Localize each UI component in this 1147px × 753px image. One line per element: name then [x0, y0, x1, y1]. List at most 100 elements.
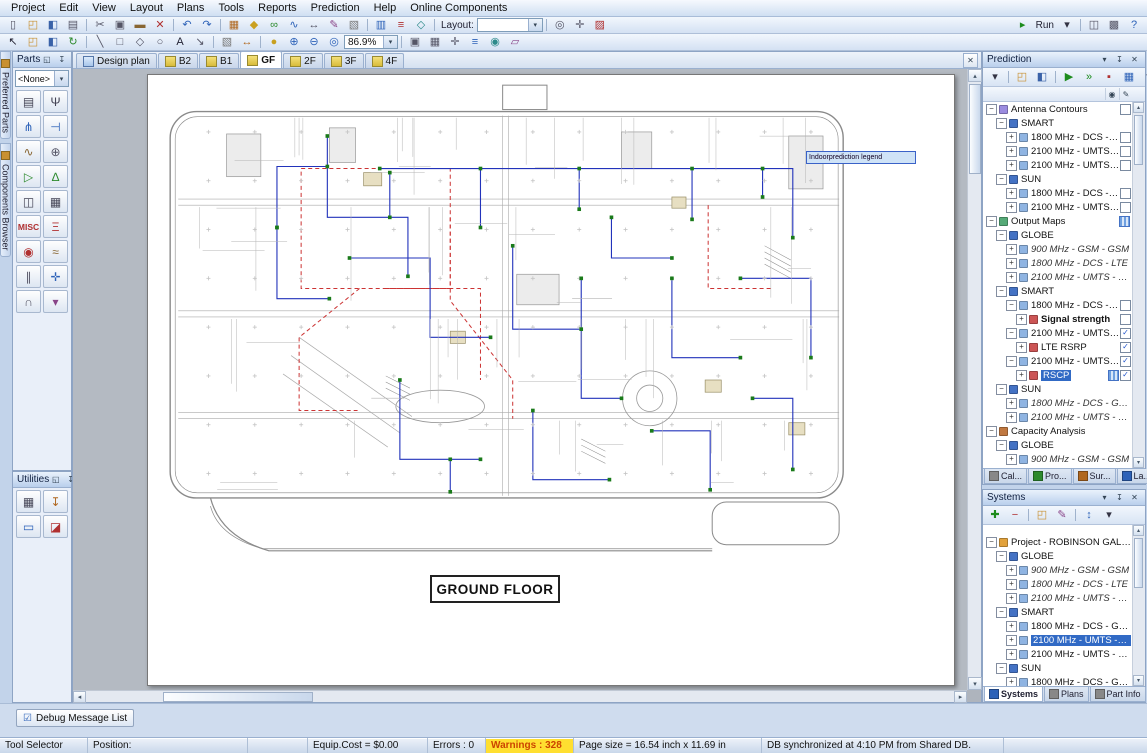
- antenna-marker[interactable]: [791, 468, 795, 472]
- tree-item[interactable]: −SUN: [983, 172, 1133, 186]
- scroll-right-icon[interactable]: ▸: [954, 691, 967, 703]
- new-project-icon[interactable]: ▯: [3, 17, 23, 34]
- menu-view[interactable]: View: [85, 1, 123, 15]
- redline-icon[interactable]: ▨: [590, 17, 610, 34]
- antenna-marker[interactable]: [791, 236, 795, 240]
- measure-area-icon[interactable]: ▱: [505, 34, 525, 51]
- paste-icon[interactable]: ▬: [130, 17, 150, 34]
- tree-item[interactable]: +2100 MHz - UMTS - W...: [983, 270, 1133, 284]
- tree-item[interactable]: +1800 MHz - DCS - GSM: [983, 675, 1133, 686]
- 3d-view-icon[interactable]: ◇: [411, 17, 431, 34]
- help-icon[interactable]: ?: [1124, 17, 1144, 34]
- antenna-marker[interactable]: [378, 167, 382, 171]
- bts-part-icon[interactable]: ▦: [43, 190, 68, 213]
- expand-icon[interactable]: +: [1006, 621, 1017, 632]
- antenna-marker[interactable]: [388, 171, 392, 175]
- tree-item[interactable]: −1800 MHz - DCS - GSM: [983, 298, 1133, 312]
- tree-item[interactable]: −Antenna Contours: [983, 102, 1133, 116]
- antenna-marker[interactable]: [328, 297, 332, 301]
- antenna-marker[interactable]: [479, 226, 483, 230]
- expand-icon[interactable]: +: [1006, 579, 1017, 590]
- cascade-windows-icon[interactable]: ▩: [1104, 17, 1124, 34]
- components-browser-icon[interactable]: ▦: [224, 17, 244, 34]
- antenna-marker[interactable]: [448, 490, 452, 494]
- float-panel-icon[interactable]: ◱: [49, 473, 62, 486]
- antenna-marker[interactable]: [531, 409, 535, 413]
- antenna-omni-part-icon[interactable]: Ψ: [43, 90, 68, 113]
- yagi-antenna-part-icon[interactable]: Ξ: [43, 215, 68, 238]
- visibility-checkbox[interactable]: ✓: [1120, 328, 1131, 339]
- save-plan-icon[interactable]: ◧: [43, 34, 63, 51]
- expand-icon[interactable]: +: [1006, 454, 1017, 465]
- gps-antenna-part-icon[interactable]: ✛: [43, 265, 68, 288]
- connect-parts-icon[interactable]: ∞: [264, 17, 284, 34]
- antenna-marker[interactable]: [326, 134, 330, 138]
- cut-icon[interactable]: ✂: [90, 17, 110, 34]
- refresh-icon[interactable]: ↻: [63, 34, 83, 51]
- antenna-marker[interactable]: [809, 356, 813, 360]
- collapse-icon[interactable]: −: [1006, 300, 1017, 311]
- tree-item[interactable]: +2100 MHz - UMTS - LTE: [983, 144, 1133, 158]
- zoom-window-icon[interactable]: ◎: [324, 34, 344, 51]
- world-coords-icon[interactable]: ◉: [485, 34, 505, 51]
- collapse-icon[interactable]: −: [996, 174, 1007, 185]
- text-tool-icon[interactable]: A: [170, 34, 190, 51]
- scroll-down-icon[interactable]: ▾: [968, 677, 982, 690]
- system-properties-icon[interactable]: ✎: [1052, 507, 1072, 524]
- delete-icon[interactable]: ✕: [150, 17, 170, 34]
- pan-view-icon[interactable]: ✛: [570, 17, 590, 34]
- layers-icon[interactable]: ≡: [465, 34, 485, 51]
- tree-item[interactable]: −2100 MHz - UMTS - LTE✓: [983, 326, 1133, 340]
- dropdown-arrow-icon[interactable]: ▾: [528, 19, 542, 31]
- antenna-marker[interactable]: [388, 216, 392, 220]
- plan-tab-2f[interactable]: 2F: [283, 53, 323, 68]
- antenna-marker[interactable]: [608, 478, 612, 482]
- scroll-down-icon[interactable]: ▾: [1133, 675, 1144, 686]
- zoom-combo[interactable]: 86.9%▾: [344, 35, 398, 49]
- menu-help[interactable]: Help: [367, 1, 404, 15]
- tree-item[interactable]: +1800 MHz - DCS - GSM: [983, 396, 1133, 410]
- close-panel-icon[interactable]: ✕: [1128, 491, 1141, 504]
- panel-tab-plans[interactable]: Plans: [1044, 687, 1089, 702]
- repeater-part-icon[interactable]: ◫: [16, 190, 41, 213]
- tree-item[interactable]: −Project - ROBINSON GALLERIA CEBU: [983, 535, 1133, 549]
- link-floors-icon[interactable]: ≡: [391, 17, 411, 34]
- antenna-marker[interactable]: [275, 226, 279, 230]
- sort-systems-icon[interactable]: ↕: [1079, 507, 1099, 524]
- expand-icon[interactable]: +: [1006, 272, 1017, 283]
- collapse-icon[interactable]: −: [986, 537, 997, 548]
- tile-windows-icon[interactable]: ◫: [1084, 17, 1104, 34]
- tree-item[interactable]: +1800 MHz - DCS - GSM: [983, 130, 1133, 144]
- tree-item[interactable]: +2100 MHz - UMTS - WCDMA: [983, 647, 1133, 661]
- antenna-marker[interactable]: [690, 167, 694, 171]
- antenna-marker[interactable]: [577, 207, 581, 211]
- image-overlay-icon[interactable]: ▧: [344, 17, 364, 34]
- plan-tab-b1[interactable]: B1: [199, 53, 239, 68]
- collapse-icon[interactable]: −: [1006, 328, 1017, 339]
- print-icon[interactable]: ▤: [63, 17, 83, 34]
- menu-layout[interactable]: Layout: [123, 1, 170, 15]
- open-system-icon[interactable]: ◰: [1032, 507, 1052, 524]
- tree-item[interactable]: +1800 MHz - DCS - LTE: [983, 256, 1133, 270]
- expand-icon[interactable]: +: [1006, 160, 1017, 171]
- pin-panel-icon[interactable]: ↧: [55, 53, 68, 66]
- tree-item[interactable]: −SMART: [983, 284, 1133, 298]
- tree-item[interactable]: −Output Maps: [983, 214, 1133, 228]
- expand-icon[interactable]: +: [1016, 314, 1027, 325]
- remove-part-icon[interactable]: −: [1005, 507, 1025, 524]
- scroll-left-icon[interactable]: ◂: [73, 691, 86, 703]
- splitter-part-icon[interactable]: ⋔: [16, 115, 41, 138]
- antenna-marker[interactable]: [406, 274, 410, 278]
- plan-tab-4f[interactable]: 4F: [365, 53, 405, 68]
- panel-menu-icon[interactable]: ▾: [1098, 53, 1111, 66]
- scrollbar-thumb[interactable]: [1134, 115, 1143, 165]
- leaky-cable-part-icon[interactable]: ≈: [43, 240, 68, 263]
- save-icon[interactable]: ◧: [43, 17, 63, 34]
- antenna-marker[interactable]: [620, 396, 624, 400]
- antenna-marker[interactable]: [577, 167, 581, 171]
- antenna-marker[interactable]: [670, 256, 674, 260]
- run-all-predictions-icon[interactable]: »: [1079, 69, 1099, 86]
- selector-tool-icon[interactable]: ↖: [3, 34, 23, 51]
- panel-tab-pro-[interactable]: Pro...: [1028, 469, 1072, 484]
- expand-icon[interactable]: +: [1006, 244, 1017, 255]
